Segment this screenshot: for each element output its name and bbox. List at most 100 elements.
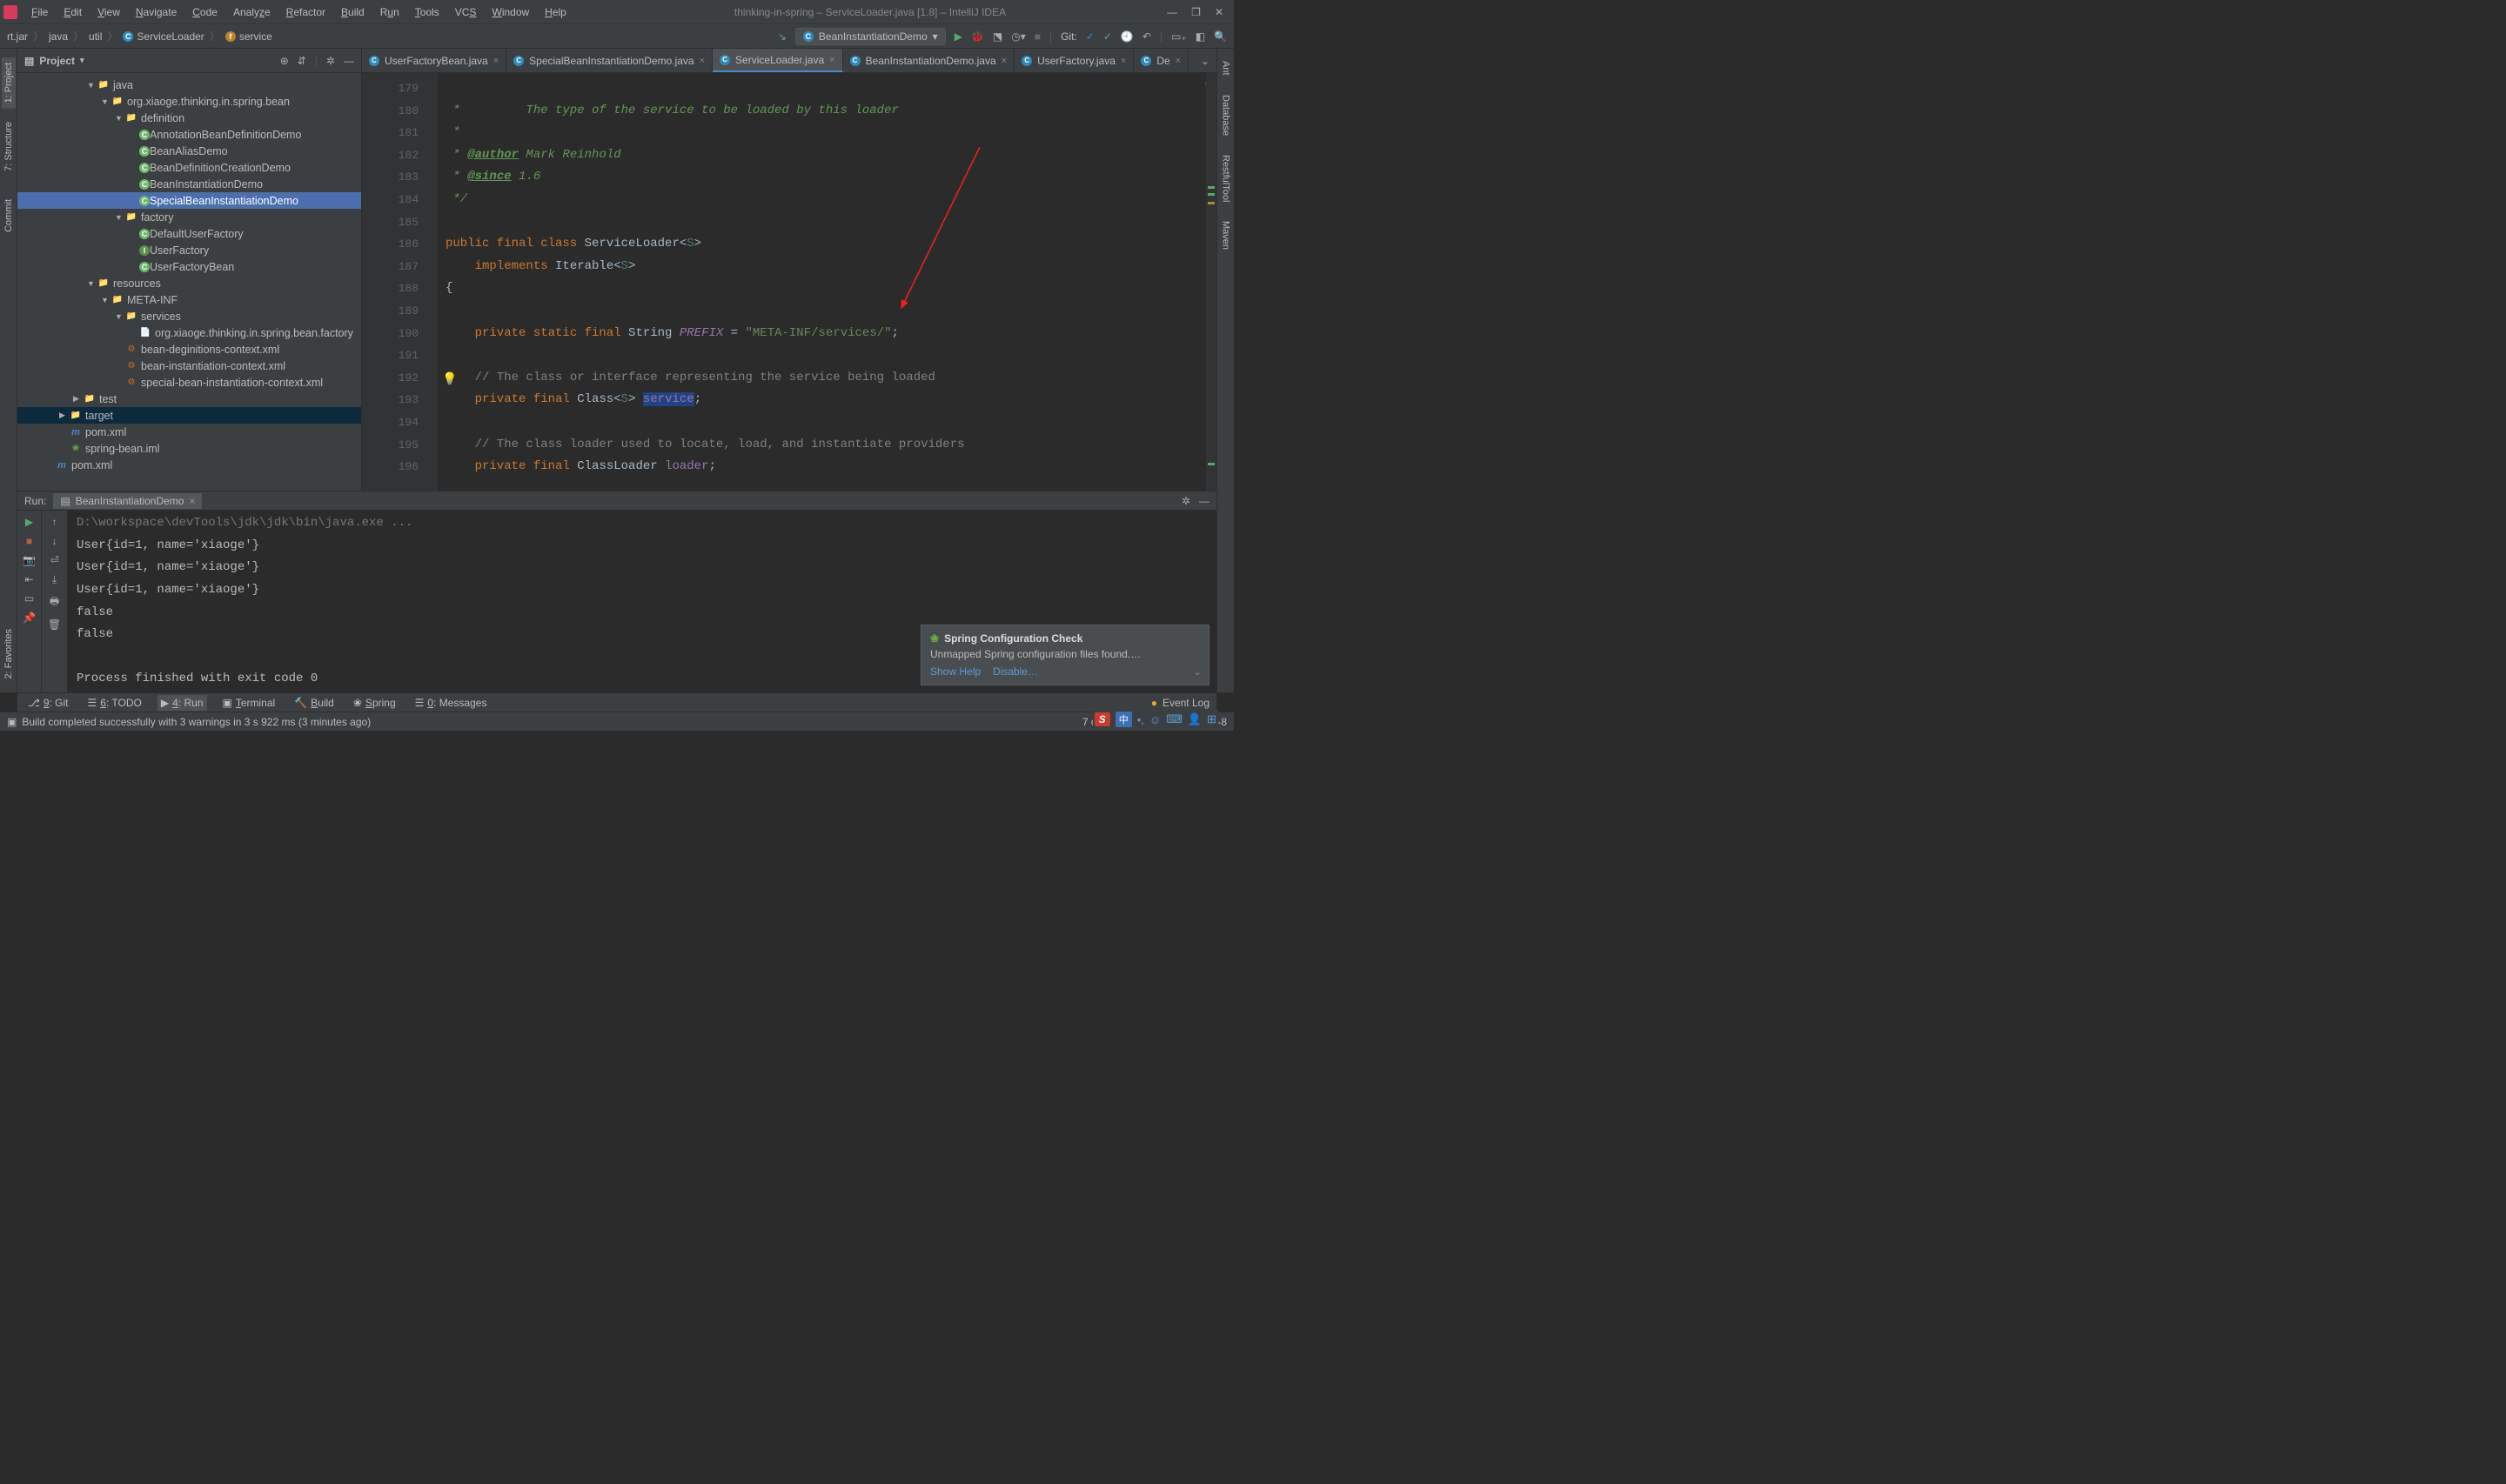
close-icon[interactable]: ×	[829, 55, 834, 65]
tree-row[interactable]: ▼📁services	[17, 308, 361, 324]
warn-badge-icon[interactable]: ●	[1151, 697, 1157, 709]
exit-button[interactable]: ⇤	[24, 573, 33, 585]
ime-punct-icon[interactable]: •,	[1137, 713, 1144, 726]
rerun-button[interactable]: ▶	[25, 516, 33, 528]
ime-person-icon[interactable]: 👤	[1188, 712, 1202, 726]
close-icon[interactable]: ×	[700, 56, 705, 66]
tree-row[interactable]: ▶📁target	[17, 407, 361, 424]
tree-row[interactable]: mpom.xml	[17, 457, 361, 473]
menu-view[interactable]: View	[90, 3, 127, 21]
back-build-icon[interactable]: ↘	[778, 30, 787, 43]
editor-tab[interactable]: CUserFactoryBean.java×	[362, 49, 506, 72]
tree-row[interactable]: CSpecialBeanInstantiationDemo	[17, 192, 361, 209]
maximize-button[interactable]: ❐	[1191, 6, 1201, 18]
ime-grid-icon[interactable]: ⊞	[1207, 712, 1216, 726]
stop-button[interactable]: ■	[26, 535, 32, 547]
minimize-button[interactable]: —	[1167, 6, 1177, 18]
ime-s-icon[interactable]: S	[1095, 712, 1110, 726]
tree-row[interactable]: CBeanDefinitionCreationDemo	[17, 159, 361, 176]
run-button[interactable]: ▶	[955, 30, 962, 43]
tool-restfultool[interactable]: RestfulTool	[1219, 150, 1233, 207]
toolwin-button[interactable]: ⎇9: Git	[24, 695, 72, 711]
menu-code[interactable]: Code	[185, 3, 224, 21]
stop-button[interactable]: ■	[1035, 30, 1041, 43]
ime-emoji-icon[interactable]: ☺	[1149, 713, 1161, 726]
menu-vcs[interactable]: VCS	[448, 3, 484, 21]
notif-disable-link[interactable]: Disable…	[993, 665, 1038, 678]
run-configuration-selector[interactable]: C BeanInstantiationDemo ▾	[795, 28, 946, 45]
editor-tab[interactable]: CServiceLoader.java×	[713, 49, 843, 72]
close-icon[interactable]: ×	[1002, 56, 1007, 66]
menu-build[interactable]: Build	[334, 3, 372, 21]
editor-tab[interactable]: CBeanInstantiationDemo.java×	[843, 49, 1015, 72]
debug-button[interactable]: 🐞	[971, 30, 984, 43]
git-history-icon[interactable]: 🕘	[1121, 30, 1134, 43]
tree-row[interactable]: ▼📁factory	[17, 209, 361, 225]
target-icon[interactable]: ⊕	[280, 55, 289, 67]
tree-row[interactable]: ⚙bean-deginitions-context.xml	[17, 341, 361, 358]
toolwin-button[interactable]: ▶4: Run	[157, 695, 207, 711]
toolwin-button[interactable]: ☰6: TODO	[84, 695, 145, 711]
tree-row[interactable]: 📄org.xiaoge.thinking.in.spring.bean.fact…	[17, 324, 361, 341]
coverage-button[interactable]: ⬔	[993, 30, 1002, 43]
event-log-button[interactable]: Event Log	[1163, 697, 1209, 709]
notif-help-link[interactable]: Show Help	[930, 665, 981, 678]
pin-button[interactable]: 📌	[23, 612, 36, 624]
tree-row[interactable]: ▼📁META-INF	[17, 291, 361, 308]
tool-structure[interactable]: 7: Structure	[2, 117, 16, 177]
close-button[interactable]: ✕	[1215, 6, 1223, 18]
tree-row[interactable]: ⚙special-bean-instantiation-context.xml	[17, 374, 361, 391]
toolwin-button[interactable]: ☰0: Messages	[412, 695, 491, 711]
tree-row[interactable]: CAnnotationBeanDefinitionDemo	[17, 126, 361, 143]
split-icon[interactable]: ◧	[1196, 30, 1205, 43]
editor-tab[interactable]: CSpecialBeanInstantiationDemo.java×	[506, 49, 713, 72]
gear-icon[interactable]: ✲	[326, 55, 335, 67]
crumb[interactable]: rt.jar	[7, 30, 28, 43]
menu-analyze[interactable]: Analyze	[226, 3, 278, 21]
dropdown-icon[interactable]: ▾	[80, 56, 84, 65]
tree-row[interactable]: ▼📁java	[17, 77, 361, 93]
menu-edit[interactable]: Edit	[57, 3, 89, 21]
tree-row[interactable]: CBeanAliasDemo	[17, 143, 361, 159]
layout-button[interactable]: ▭	[24, 592, 34, 605]
tree-row[interactable]: ▼📁resources	[17, 275, 361, 291]
close-icon[interactable]: ×	[493, 56, 499, 66]
crumb[interactable]: java	[49, 30, 68, 43]
tree-row[interactable]: ❀spring-bean.iml	[17, 440, 361, 457]
hide-icon[interactable]: —	[1199, 495, 1209, 507]
dump-button[interactable]: 📷	[23, 554, 36, 566]
crumb[interactable]: ServiceLoader	[137, 30, 204, 43]
tool-favorites[interactable]: 2: Favorites	[2, 624, 16, 684]
profile-button[interactable]: ◷▾	[1011, 30, 1026, 43]
tree-row[interactable]: ▼📁org.xiaoge.thinking.in.spring.bean	[17, 93, 361, 110]
print-icon[interactable]: 🖶	[50, 593, 59, 612]
menu-help[interactable]: Help	[538, 3, 573, 21]
git-revert-icon[interactable]: ↶	[1142, 30, 1151, 43]
editor-tab[interactable]: CDe×	[1134, 49, 1189, 72]
tabs-dropdown[interactable]: ⌄	[1194, 49, 1216, 72]
toolwin-button[interactable]: ❀Spring	[350, 695, 399, 711]
clear-icon[interactable]: 🗑	[48, 618, 61, 631]
gear-icon[interactable]: ✲	[1182, 495, 1190, 507]
editor-tab[interactable]: CUserFactory.java×	[1015, 49, 1134, 72]
tool-maven[interactable]: Maven	[1219, 216, 1233, 255]
tree-row[interactable]: ▼📁definition	[17, 110, 361, 126]
wrap-icon[interactable]: ⏎	[50, 554, 58, 566]
git-update-icon[interactable]: ✓	[1086, 30, 1095, 43]
tool-project[interactable]: 1: Project	[2, 57, 16, 108]
tree-row[interactable]: mpom.xml	[17, 424, 361, 440]
crumb[interactable]: util	[89, 30, 102, 43]
close-icon[interactable]: ×	[1121, 56, 1126, 66]
toggle-toolwins-icon[interactable]: ▣	[7, 716, 17, 728]
tree-row[interactable]: CDefaultUserFactory	[17, 225, 361, 242]
tool-database[interactable]: Database	[1219, 90, 1233, 141]
up-icon[interactable]: ↑	[52, 516, 57, 528]
down-icon[interactable]: ↓	[52, 535, 57, 547]
run-tab[interactable]: ▤ BeanInstantiationDemo ×	[53, 493, 202, 509]
close-icon[interactable]: ×	[189, 495, 195, 507]
ime-kbd-icon[interactable]: ⌨	[1166, 712, 1183, 726]
tree-row[interactable]: ⚙bean-instantiation-context.xml	[17, 358, 361, 374]
tree-row[interactable]: CUserFactoryBean	[17, 258, 361, 275]
tree-row[interactable]: IUserFactory	[17, 242, 361, 258]
menu-navigate[interactable]: Navigate	[129, 3, 184, 21]
